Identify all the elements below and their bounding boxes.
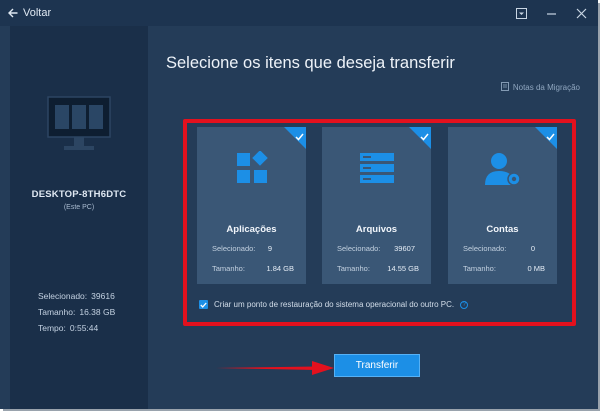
stat-selected: Selecionado: 39616 [38,291,115,301]
notes-icon [500,82,509,93]
sidebar: DESKTOP-8TH6DTC (Este PC) Selecionado: 3… [10,26,148,409]
stat-time: Tempo: 0:55:44 [38,323,99,333]
migration-notes-link[interactable]: Notas da Migração [500,82,580,93]
dropdown-icon[interactable] [512,4,530,22]
device-name: DESKTOP-8TH6DTC [31,189,127,200]
device-subtitle: (Este PC) [63,204,95,211]
migration-window: Voltar DESKTOP-8TH6DTC (Este PC) Selecio… [0,0,598,409]
summary-stats: Selecionado: 39616 Tamanho: 16.38 GB Tem… [38,288,115,336]
stat-size: Tamanho: 16.38 GB [38,307,116,317]
transfer-button[interactable]: Transferir [334,354,420,377]
close-icon[interactable] [572,4,590,22]
back-button[interactable]: Voltar [8,5,51,21]
highlight-frame [183,119,576,326]
minimize-icon[interactable] [542,4,560,22]
arrow-right-icon [216,361,334,380]
page-title: Selecione os itens que deseja transferir [166,54,455,72]
monitor-icon [47,96,111,157]
window-controls [512,4,590,22]
back-label: Voltar [23,7,52,19]
title-bar: Voltar [0,0,598,26]
arrow-left-icon [8,8,18,18]
